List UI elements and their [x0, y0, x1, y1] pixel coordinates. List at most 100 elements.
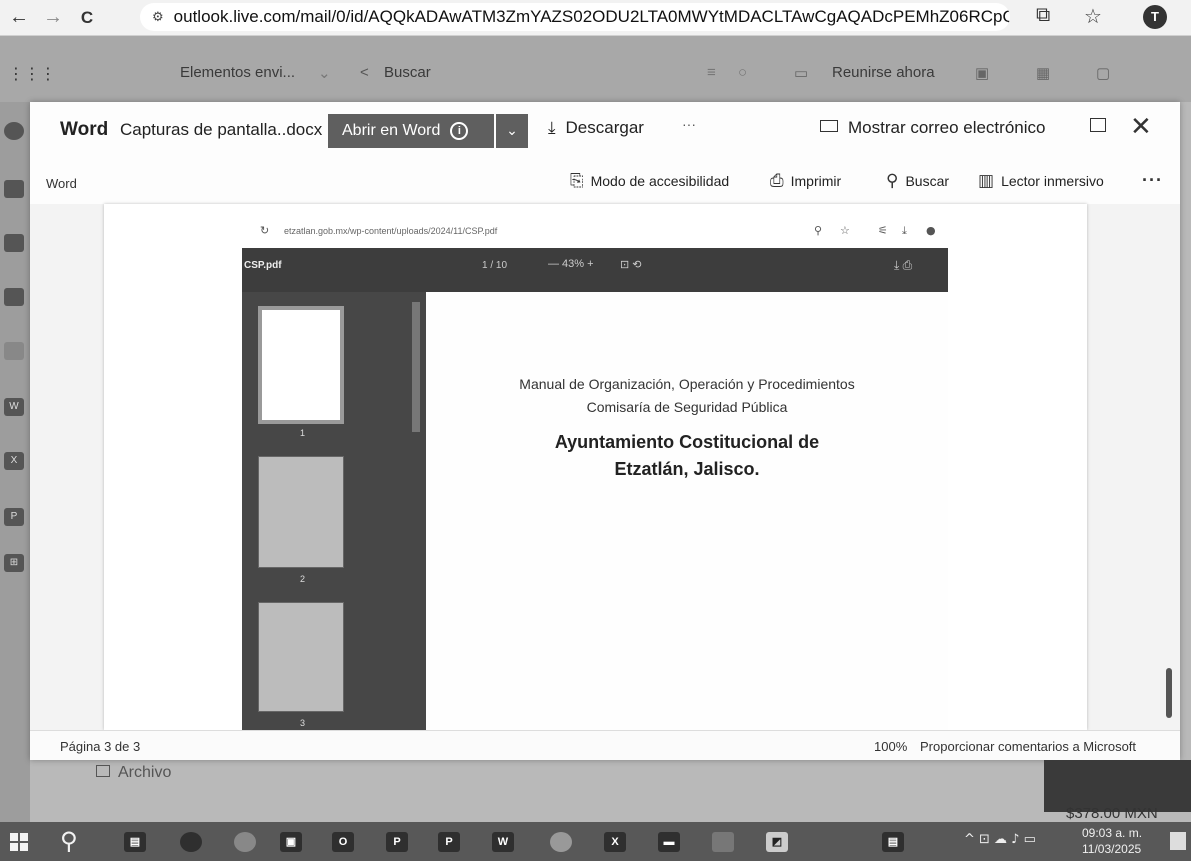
feedback-link[interactable]: Proporcionar comentarios a Microsoft — [920, 739, 1136, 754]
search-icon[interactable]: ○ — [738, 64, 747, 81]
pdf-thumbnails: 1 2 3 — [242, 292, 426, 730]
immersive-reader-button[interactable]: ▥ Lector inmersivo — [978, 171, 1104, 191]
word-icon[interactable]: W — [4, 398, 24, 416]
calendar-icon[interactable]: ▦ — [1036, 64, 1050, 82]
chevron-down-icon[interactable]: ⌄ — [318, 64, 331, 82]
search-icon: ⚲ — [886, 171, 899, 191]
download-button[interactable]: ⤓ Descargar — [548, 118, 644, 138]
popout-icon[interactable] — [1090, 118, 1106, 132]
pdf-page-indicator: 1 / 10 — [482, 260, 508, 271]
clock[interactable]: 09:03 a. m. 11/03/2025 — [1082, 825, 1142, 857]
print-button[interactable]: ⎙ Imprimir — [770, 171, 841, 191]
word-icon[interactable]: W — [492, 832, 514, 852]
widgets-icon[interactable]: ▤ — [882, 832, 904, 852]
pdf-toolbar: CSP.pdf 1 / 10 — 43% + ⊡ ⟲ ⤓ ⎙ — [242, 248, 948, 292]
paint-icon[interactable] — [712, 832, 734, 852]
printer-icon: ⎙ — [770, 171, 784, 191]
price-label: $378.00 MXN — [1066, 805, 1158, 822]
app-launcher-icon[interactable]: ⋮⋮⋮ — [8, 64, 56, 83]
reload-icon[interactable]: C — [72, 3, 102, 33]
add-favorite-icon[interactable]: ⧉ — [1036, 4, 1050, 27]
pdf-title-line-1: Manual de Organización, Operación y Proc… — [519, 376, 855, 392]
excel-icon[interactable]: X — [604, 832, 626, 852]
back-icon[interactable]: ← — [4, 3, 34, 33]
thumbnail-number: 1 — [300, 428, 306, 438]
download-icon: ⤓ — [548, 118, 556, 138]
status-bar: Página 3 de 3 100% Proporcionar comentar… — [30, 730, 1180, 760]
store-icon[interactable]: ▣ — [280, 832, 302, 852]
file-explorer-icon[interactable]: ▬ — [658, 832, 680, 852]
zoom-icon: ⚲ — [814, 224, 823, 237]
chrome-icon[interactable] — [550, 832, 572, 852]
search-label: Buscar — [905, 173, 950, 189]
taskbar: ⚲ ▤ ▣ O P P W X ▬ ◩ ▤ ^ ⊡ ☁ ♪ ▭ 09:03 a.… — [0, 822, 1191, 861]
outlook-icon[interactable]: O — [332, 832, 354, 852]
excel-icon[interactable]: X — [4, 452, 24, 470]
photos-icon[interactable]: ◩ — [766, 832, 788, 852]
windows-start-icon[interactable] — [10, 833, 28, 851]
star-icon[interactable]: ☆ — [1084, 4, 1102, 29]
task-view-icon[interactable]: ▤ — [124, 832, 146, 852]
app-rail: W X P ⊞ — [0, 102, 30, 822]
clock-time: 09:03 a. m. — [1082, 826, 1143, 840]
accessibility-mode-button[interactable]: ⎘ Modo de accesibilidad — [570, 171, 729, 191]
email-icon — [820, 120, 838, 132]
outlook-header: ⋮⋮⋮ Elementos envi... ⌄ < Buscar ≡ ○ ▭ R… — [0, 36, 1191, 102]
groups-icon[interactable] — [4, 288, 24, 306]
back-arrow-icon[interactable]: < — [360, 64, 369, 81]
mail-icon[interactable] — [4, 122, 24, 140]
site-settings-icon[interactable]: ⚙ — [152, 10, 164, 25]
open-in-word-label: Abrir en Word — [342, 122, 441, 139]
teams-icon[interactable]: ▣ — [975, 64, 989, 82]
archive-icon — [96, 765, 110, 777]
publisher-icon[interactable]: P — [438, 832, 460, 852]
embedded-browser-bar: ↻ etzatlan.gob.mx/wp-content/uploads/202… — [254, 224, 954, 240]
system-tray[interactable]: ^ ⊡ ☁ ♪ ▭ — [964, 832, 1036, 847]
pdf-zoom: — 43% + — [548, 258, 594, 270]
address-bar[interactable]: ⚙ outlook.live.com/mail/0/id/AQQkADAwATM… — [140, 3, 1010, 31]
thumbnail-page-1 — [258, 306, 344, 424]
chevron-down-icon[interactable]: ⌄ — [496, 114, 528, 148]
search-button[interactable]: ⚲ Buscar — [886, 171, 949, 191]
info-icon[interactable]: i — [450, 122, 469, 140]
document-scrollbar[interactable] — [1166, 668, 1172, 718]
pdf-filename: CSP.pdf — [244, 260, 282, 271]
thumbnail-scrollbar — [412, 302, 420, 432]
forward-icon[interactable]: → — [38, 3, 68, 33]
edge-icon[interactable] — [234, 832, 256, 852]
show-email-button[interactable]: Mostrar correo electrónico — [820, 118, 1045, 138]
clock-date: 11/03/2025 — [1082, 842, 1142, 856]
document-preview-modal: Word Capturas de pantalla..docx Abrir en… — [30, 102, 1180, 760]
notification-icon[interactable] — [1170, 832, 1186, 850]
pdf-page: Manual de Organización, Operación y Proc… — [426, 292, 948, 730]
file-name: Capturas de pantalla..docx — [120, 120, 323, 139]
people-icon[interactable] — [4, 234, 24, 252]
archive-folder[interactable]: Archivo — [96, 764, 171, 782]
embedded-url: etzatlan.gob.mx/wp-content/uploads/2024/… — [284, 226, 498, 236]
copilot-icon[interactable] — [180, 832, 202, 852]
close-icon[interactable]: ✕ — [1130, 112, 1152, 142]
more-apps-icon[interactable]: ⊞ — [4, 554, 24, 572]
more-icon[interactable]: ··· — [1142, 170, 1163, 191]
todo-icon[interactable] — [4, 342, 24, 360]
video-icon[interactable]: ▭ — [794, 64, 808, 82]
powerpoint-icon[interactable]: P — [386, 832, 408, 852]
more-options-icon[interactable]: ··· — [682, 116, 696, 132]
calendar-rail-icon[interactable] — [4, 180, 24, 198]
meet-now-button[interactable]: Reunirse ahora — [832, 64, 935, 81]
pdf-actions-icon: ⤓ ⎙ — [894, 258, 913, 272]
open-in-word-button[interactable]: Abrir en Word i — [328, 114, 494, 148]
profile-avatar[interactable]: T — [1143, 5, 1167, 29]
filter-icon[interactable]: ≡ — [707, 64, 716, 81]
extensions-icon: ⚟ — [878, 224, 888, 237]
search-icon[interactable]: ⚲ — [60, 827, 78, 855]
chat-icon[interactable]: ▢ — [1096, 64, 1110, 82]
star-icon: ☆ — [840, 224, 850, 237]
print-label: Imprimir — [790, 173, 842, 189]
pdf-title-line-3: Ayuntamiento Costitucional de — [554, 432, 820, 452]
folder-breadcrumb[interactable]: Elementos envi... — [180, 64, 295, 81]
powerpoint-icon[interactable]: P — [4, 508, 24, 526]
zoom-level[interactable]: 100% — [874, 739, 907, 754]
pdf-title-line-2: Comisaría de Seguridad Pública — [586, 399, 788, 415]
search-field[interactable]: Buscar — [384, 64, 431, 81]
